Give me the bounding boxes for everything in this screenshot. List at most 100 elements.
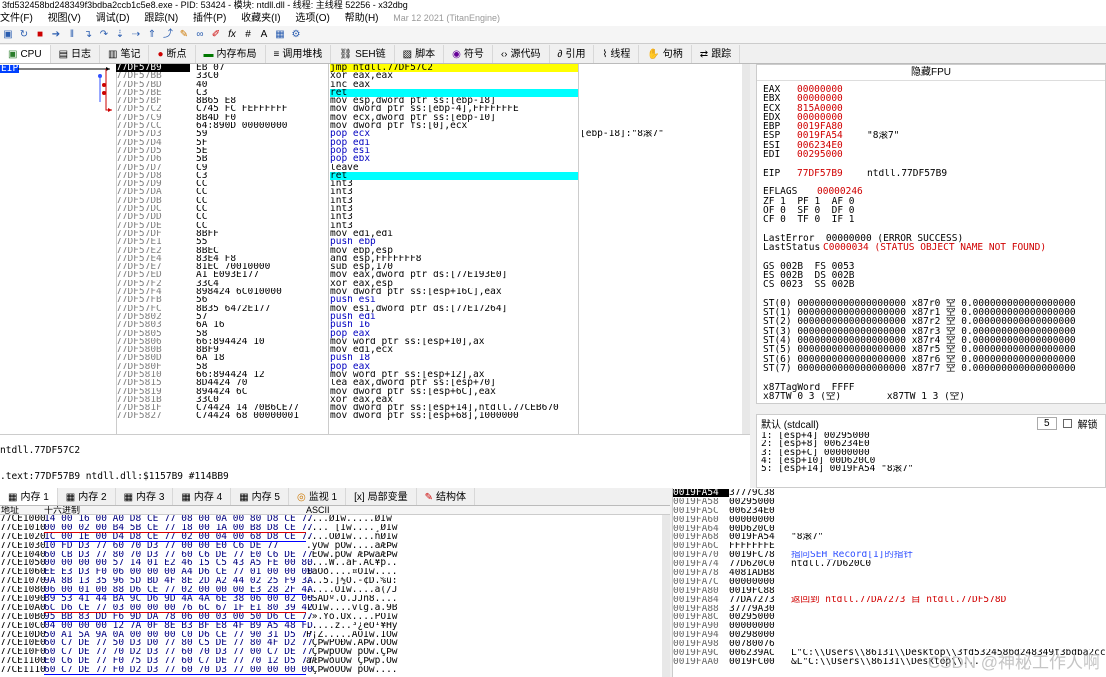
disasm-instruction[interactable]: pop ecx [330,130,578,138]
disasm-instruction[interactable]: mov ebp,esp [330,247,578,255]
disasm-instruction[interactable]: xor eax,eax [330,396,578,404]
stack-value[interactable]: 00000000 [729,622,791,630]
stack-address[interactable]: 0019FAA0 [673,658,729,666]
dump-row[interactable]: 77CE10E060 C7 DE 77 50 D3 D0 77 80 C5 DE… [0,639,670,649]
disassembly-scrollbar[interactable] [742,64,750,434]
tab-dump-3[interactable]: ▦ 内存 3 [116,488,174,505]
dump-hex[interactable]: 60 C7 DE 77 F0 D2 D3 77 60 70 D3 77 00 0… [44,666,313,676]
disasm-instruction[interactable]: push 18 [330,354,578,362]
dump-row[interactable]: 77CE103010 FD D3 77 60 70 D3 77 00 00 E0… [0,542,670,551]
disasm-instruction[interactable]: mov dword ptr fs:[0],ecx [330,122,578,130]
disasm-address[interactable]: 77DF57E7 [116,263,190,271]
stack-row[interactable]: 0019FA54 37779C38 [673,489,1106,498]
dump-address[interactable]: 77CE1010 [0,524,46,532]
trace-over-icon[interactable]: ⇢ [130,29,142,41]
dump-address[interactable]: 77CE1090 [0,595,46,603]
link-icon[interactable]: ∞ [194,29,206,41]
disasm-address[interactable]: 77DF57F4 [116,288,190,296]
disasm-address[interactable]: 77DF57DE [116,222,190,230]
dump-hex[interactable]: 9A 8B 13 35 96 5D BD 4F 8E 2D A2 44 02 2… [44,577,313,587]
argument-row[interactable]: 1: [esp+4] 00295000 [761,432,1105,440]
restart-icon[interactable]: ↻ [18,29,30,41]
disasm-instruction[interactable]: pop ebx [330,155,578,163]
tab-trace[interactable]: ⇄ 跟踪 [692,45,741,63]
execute-till-return-icon[interactable]: ⤴ [162,29,174,41]
dump-address[interactable]: 77CE1040 [0,551,46,559]
tab-struct[interactable]: ✎ 结构体 [417,488,476,505]
argument-row[interactable]: 2: [esp+8] 006234E0 [761,440,1105,448]
disasm-instruction[interactable]: mov word ptr ss:[esp+12],ax [330,371,578,379]
dump-hex[interactable]: EE E3 D3 F0 06 00 00 00 A4 D6 CE 77 01 0… [44,568,313,576]
register-value[interactable]: 00295000 [797,150,867,159]
stack-address[interactable]: 0019FA9C [673,649,729,657]
dump-hex[interactable]: 95 BB 83 DD F6 9D DA 78 06 00 03 00 50 D… [44,613,313,622]
disasm-instruction[interactable]: int3 [330,222,578,230]
stack-row[interactable]: 0019FA90 00000000 [673,622,1106,631]
call-convention-select[interactable]: 默认 (stdcall) [761,416,1031,431]
dump-address[interactable]: 77CE1030 [0,542,46,550]
register-row[interactable]: ESP 0019FA54 "8滚7" [763,131,1105,140]
dump-hex[interactable]: 04 00 00 00 12 7A 0F 8E B3 BF E8 4F B9 A… [44,622,313,630]
disasm-address[interactable]: 77DF57DF [116,230,190,238]
dump-address[interactable]: 77CE10B0 [0,613,46,621]
register-row[interactable]: ESI 006234E0 [763,141,1105,150]
tab-breakpoints[interactable]: ● 断点 [149,45,196,63]
menu-debug[interactable]: 调试(D) [96,13,130,24]
disasm-address[interactable]: 77DF57ED [116,271,190,279]
dump-hex[interactable]: 60 C7 DE 77 50 D3 D0 77 80 C5 DE 77 80 4… [44,639,313,649]
disasm-instruction[interactable]: pop esi [330,147,578,155]
disasm-instruction[interactable]: xor eax,esp [330,280,578,288]
tab-dump-2[interactable]: ▦ 内存 2 [58,488,116,505]
tab-source[interactable]: ‹› 源代码 [493,45,550,63]
dump-row[interactable]: 77CE1060EE E3 D3 F0 06 00 00 00 A4 D6 CE… [0,568,670,577]
register-value[interactable]: 77DF57B9 [797,169,867,178]
register-value[interactable]: 0019FA80 [797,122,867,131]
hide-fpu-button[interactable]: 隐藏FPU [757,65,1105,81]
disasm-address[interactable]: 77DF57D6 [116,155,190,163]
dump-hex[interactable]: 60 C7 DE 77 70 D2 D3 77 60 70 D3 77 00 C… [44,648,313,656]
dump-ascii[interactable]: `ÇÞwpÒÓw`pÓw.ÇÞw [306,648,398,657]
dump-hex[interactable]: 6C D6 CE 77 03 00 00 00 76 6C 67 1F E1 8… [44,604,313,613]
tagword-tw-row[interactable]: x87TW_0 3 (空) x87TW_1 3 (空) [763,392,1105,401]
segment-row[interactable]: GS 002B FS 0053 [763,262,1105,271]
disasm-address[interactable]: 77DF57D5 [116,147,190,155]
disasm-instruction[interactable]: pop eax [330,330,578,338]
stack-address[interactable]: 0019FA6C [673,542,729,550]
stack-address[interactable]: 0019FA54 [673,489,729,497]
dump-ascii[interactable]: P¡Z.....ÀÖÎw.1Õw [306,631,398,640]
disasm-instruction[interactable]: int3 [330,188,578,196]
stack-value[interactable]: 0019FC78 [729,551,791,559]
menu-trace[interactable]: 跟踪(N) [144,13,178,24]
dump-ascii[interactable]: àÆÞwðuÓw`ÇÞwp.Õw [306,657,398,666]
tab-watch-1[interactable]: ◎ 监视 1 [289,488,347,505]
dump-hex[interactable]: 60 CB D3 77 80 70 D3 77 60 C6 DE 77 E0 C… [44,551,313,560]
dump-address[interactable]: 77CE1020 [0,533,46,541]
disasm-instruction[interactable]: and esp,FFFFFFF8 [330,255,578,263]
dump-address[interactable]: 77CE1050 [0,559,46,567]
dump-ascii[interactable]: .....ÖÎw....ã(/J [306,586,398,595]
disasm-instruction[interactable]: mov dword ptr ss:[esp+68],1000000 [330,412,578,420]
tab-seh-chain[interactable]: ⛓ SEH链 [331,45,395,63]
disasm-address[interactable]: 77DF580B [116,346,190,354]
disasm-address[interactable]: 77DF5806 [116,338,190,346]
disasm-instruction[interactable]: xor eax,eax [330,72,578,80]
fpu-st-row[interactable]: ST(4) 0000000000000000000 x87r4 空 0.0000… [763,336,1105,345]
font-icon[interactable]: A [258,29,270,41]
dump-row[interactable]: 77CE111060 C7 DE 77 F0 D2 D3 77 60 70 D3… [0,666,670,676]
stack-value[interactable]: FFFFFFFE [729,542,791,550]
disasm-instruction[interactable]: push 16 [330,321,578,329]
settings-icon[interactable]: ⚙ [290,29,302,41]
dump-ascii[interactable]: ....W..âF.ÅC¥þ.. [306,559,398,568]
stack-row[interactable]: 0019FA78 4081ADB8 [673,569,1106,578]
stack-value[interactable]: 37779C38 [729,489,791,497]
dump-hex[interactable]: 14 00 16 00 A0 D8 CE 77 08 00 0A 00 80 D… [44,515,313,523]
stack-value[interactable]: 006234E0 [729,507,791,515]
disasm-instruction[interactable]: int3 [330,213,578,221]
disasm-address[interactable]: 77DF57E2 [116,247,190,255]
pause-icon[interactable]: ‖ [66,29,78,41]
stack-address[interactable]: 0019FA90 [673,622,729,630]
disasm-address[interactable]: 77DF580F [116,363,190,371]
register-row[interactable]: EBX 00000000 [763,94,1105,103]
disasm-instruction[interactable]: mov dword ptr ss:[esp+14],ntdll.77CEB670 [330,404,578,412]
dump-row[interactable]: 77CE108006 00 01 00 88 D6 CE 77 02 00 00… [0,586,670,596]
